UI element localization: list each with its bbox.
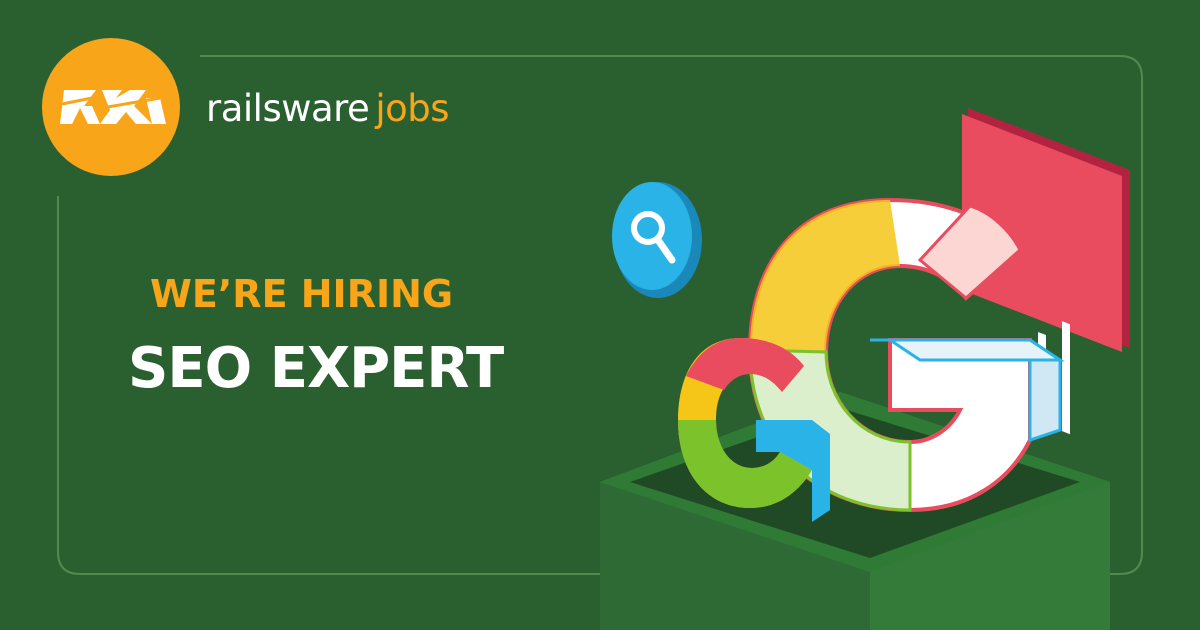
- brand-wordmark[interactable]: railsware jobs: [206, 84, 450, 134]
- seo-illustration: [600, 108, 1130, 630]
- search-icon: [612, 182, 702, 298]
- brand-jobs: jobs: [375, 87, 450, 130]
- railsware-logo[interactable]: [42, 38, 180, 176]
- railsware-rw-logo-icon: [60, 90, 166, 124]
- job-title: SEO EXPERT: [128, 336, 504, 401]
- hiring-eyebrow: WE’RE HIRING: [150, 272, 454, 316]
- brand-name: railsware: [206, 87, 370, 130]
